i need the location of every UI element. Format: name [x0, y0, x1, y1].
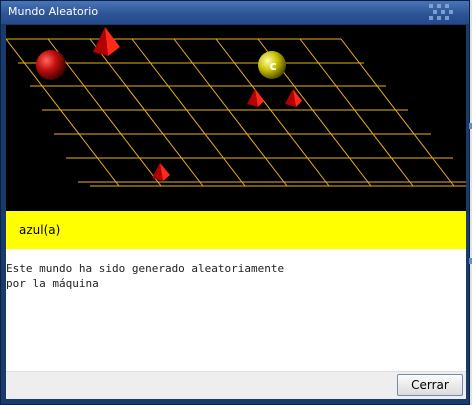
- scene-object-5: [285, 89, 302, 107]
- world-view: c: [6, 25, 466, 211]
- scene-object-2: [93, 27, 120, 56]
- close-button[interactable]: Cerrar: [397, 374, 463, 396]
- dialog-content: c azul(a) Este mundo ha sido generado al…: [6, 25, 466, 399]
- window-title: Mundo Aleatorio: [8, 5, 99, 18]
- formula-text: azul(a): [19, 223, 61, 237]
- sphere-label: c: [269, 59, 276, 73]
- scene-object-4: [247, 89, 264, 107]
- scene-object-6: [152, 163, 170, 181]
- title-bar-grip-icon: [427, 4, 463, 21]
- title-bar[interactable]: Mundo Aleatorio: [1, 1, 469, 24]
- formula-bar: azul(a): [6, 211, 466, 249]
- message-text: Este mundo ha sido generado aleatoriamen…: [6, 262, 285, 290]
- dialog-footer: Cerrar: [6, 371, 466, 399]
- board-grid: [6, 38, 466, 187]
- scene-object-1: [36, 50, 66, 80]
- scene-object-3: c: [258, 51, 286, 79]
- dialog-window: Mundo Aleatorio c azul(a) Este mundo ha …: [0, 0, 470, 405]
